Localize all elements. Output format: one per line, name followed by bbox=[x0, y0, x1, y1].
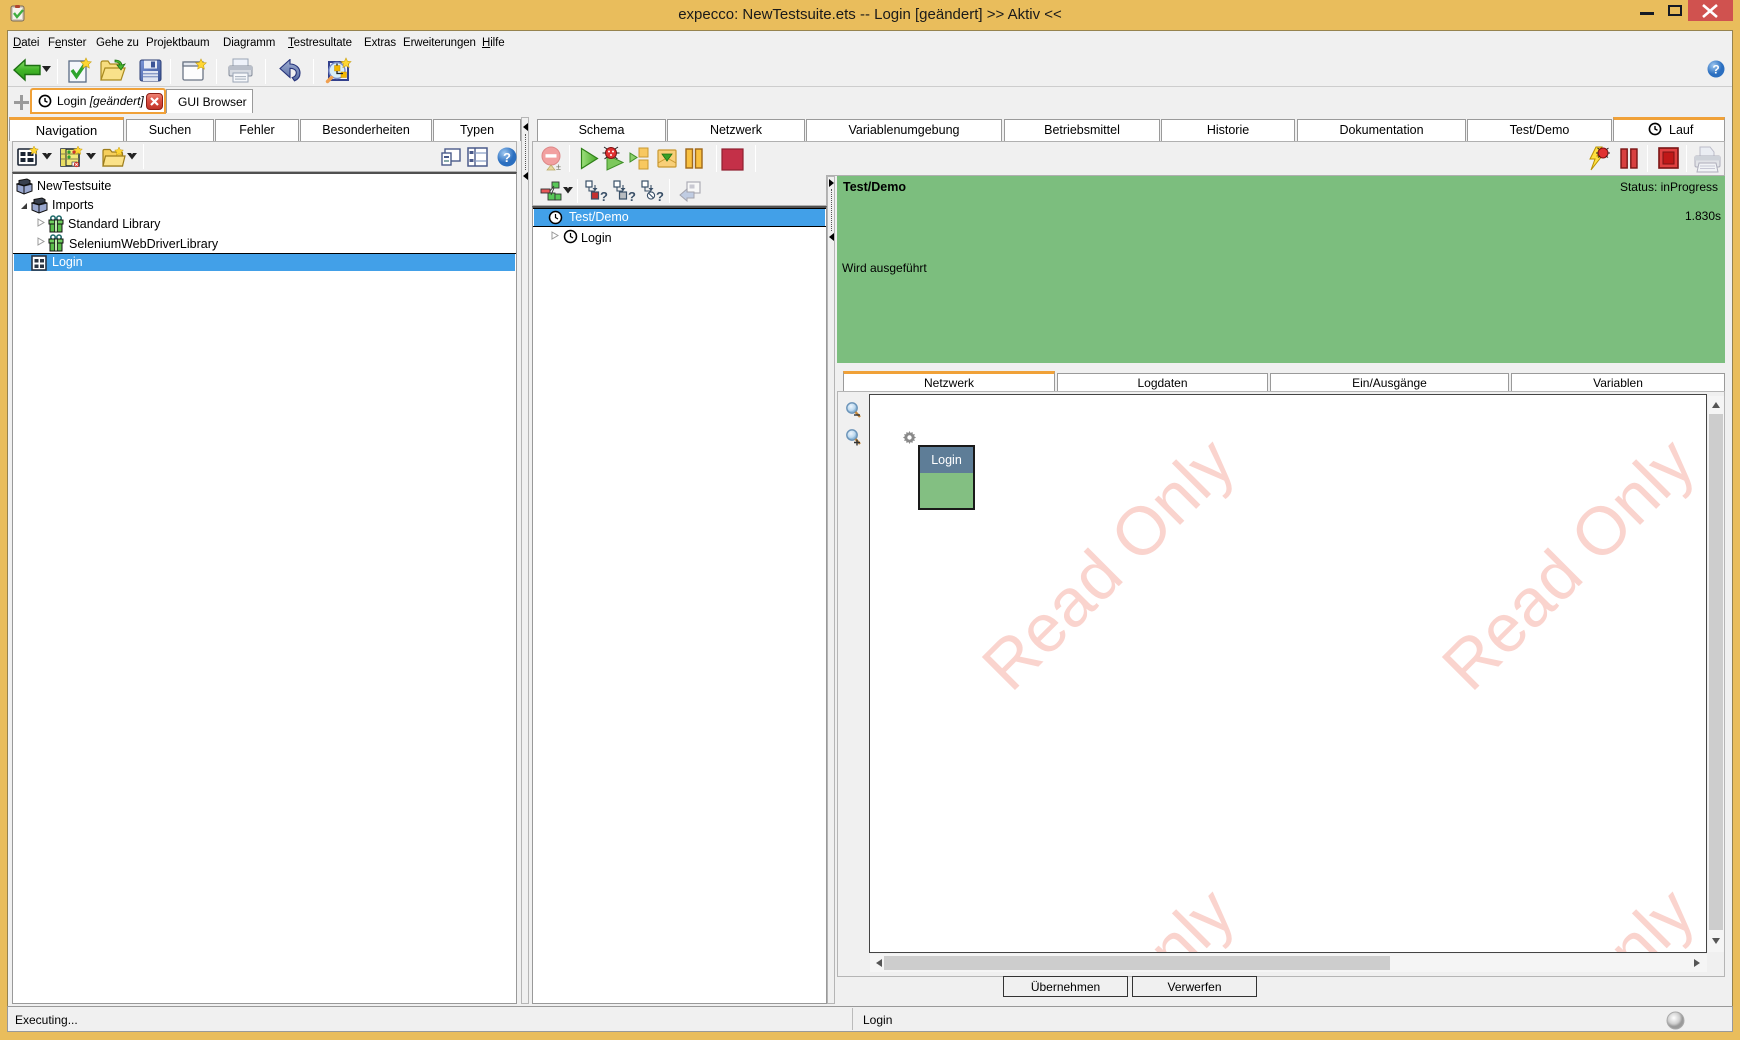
svg-text:±: ± bbox=[556, 162, 561, 172]
svg-text:?: ? bbox=[600, 189, 608, 203]
svg-text:?: ? bbox=[1712, 63, 1719, 77]
svg-text:?: ? bbox=[503, 150, 511, 165]
svg-text:?: ? bbox=[656, 189, 664, 203]
svg-text:?: ? bbox=[628, 189, 636, 203]
